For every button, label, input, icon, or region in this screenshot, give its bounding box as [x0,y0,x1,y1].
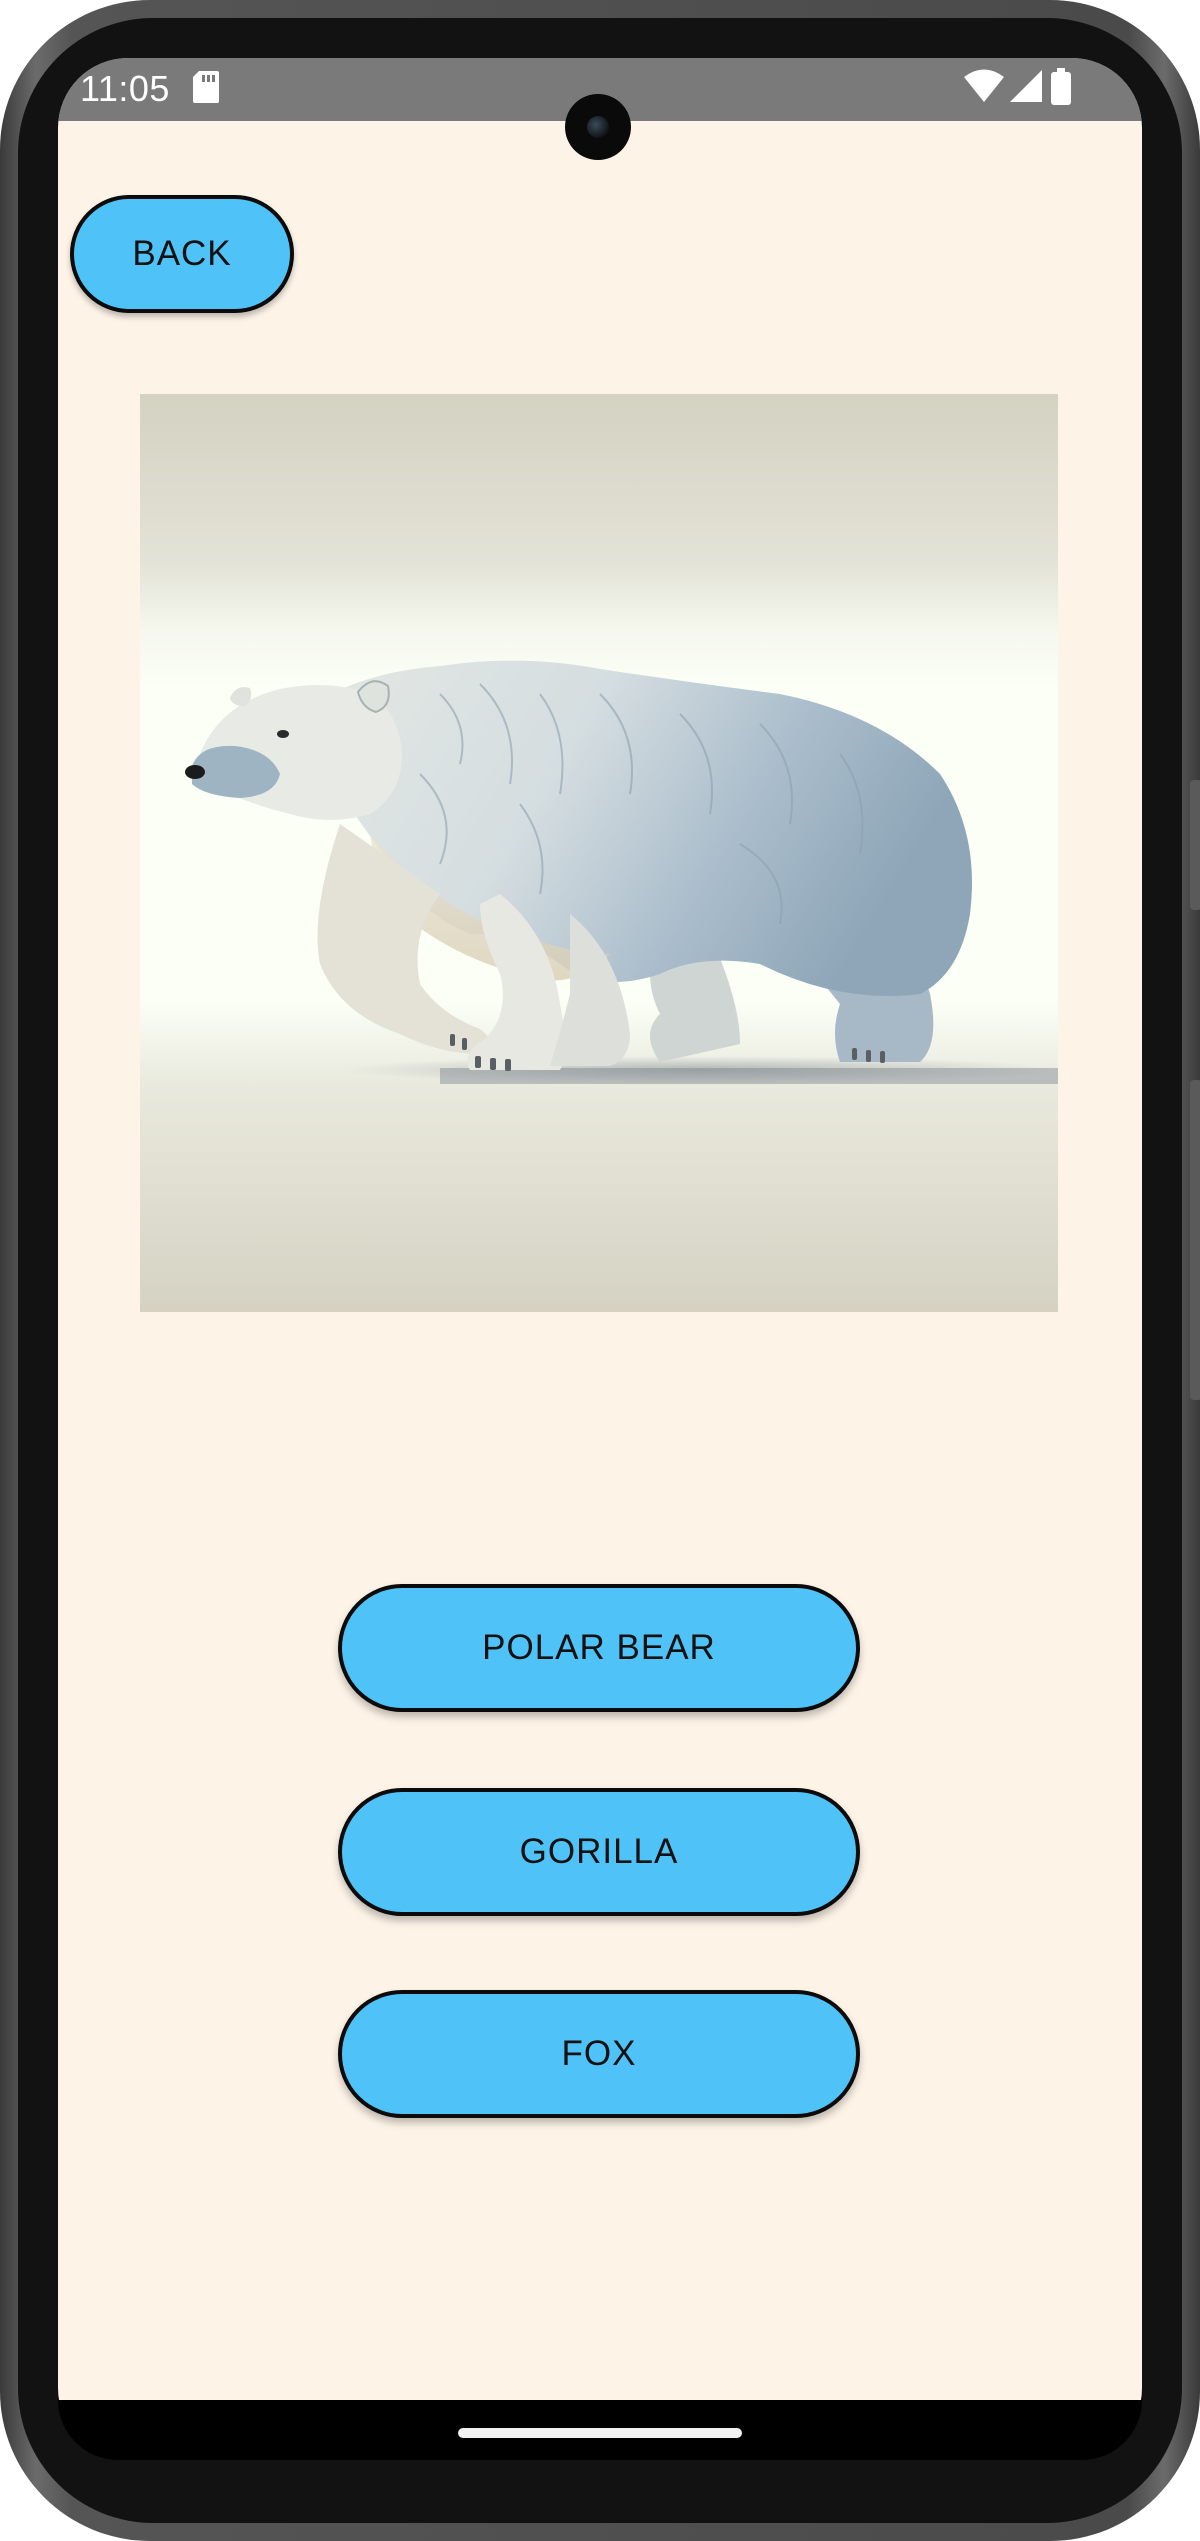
battery-icon [1051,68,1071,105]
wifi-icon [964,69,1004,102]
navigation-bar [58,2400,1142,2460]
phone-frame: 11:05 BACK POLAR BEAR GORILLA FOX [0,0,1200,2541]
answer-button-fox[interactable]: FOX [338,1990,860,2118]
home-gesture-handle[interactable] [458,2428,742,2438]
answer-button-polar-bear[interactable]: POLAR BEAR [338,1584,860,1712]
answer-button-gorilla[interactable]: GORILLA [338,1788,860,1916]
polar-bear-illustration [140,394,1058,1312]
back-button[interactable]: BACK [70,195,294,313]
status-time: 11:05 [80,68,170,109]
volume-button [1190,1080,1200,1400]
power-button [1190,780,1200,910]
camera-lens [587,116,609,138]
cellular-signal-icon [1010,70,1042,102]
animal-image [140,394,1058,1312]
sd-card-icon [193,71,219,103]
app-screen: 11:05 BACK POLAR BEAR GORILLA FOX [58,58,1142,2458]
front-camera [565,94,631,160]
